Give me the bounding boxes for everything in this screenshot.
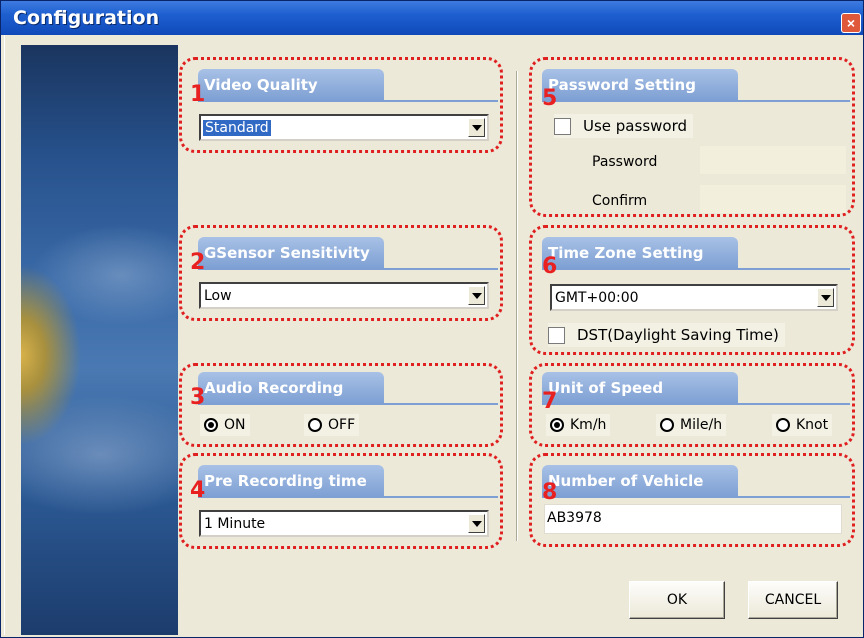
checkbox-icon — [548, 326, 565, 344]
pre-recording-title: Pre Recording time — [198, 465, 384, 497]
speed-kmh-radio[interactable]: Km/h — [546, 414, 611, 436]
section-number-5: 5 — [542, 86, 558, 111]
gsensor-group: GSensor Sensitivity 2 Low — [179, 225, 503, 321]
chevron-down-icon[interactable] — [468, 286, 485, 305]
speed-knot-label: Knot — [796, 417, 829, 433]
dst-label: DST(Daylight Saving Time) — [577, 326, 779, 344]
speed-mileh-label: Mile/h — [680, 417, 723, 433]
window-title: Configuration — [13, 7, 160, 29]
pre-recording-select[interactable]: 1 Minute — [199, 510, 489, 537]
ok-button[interactable]: OK — [629, 581, 725, 619]
pre-recording-tab-line — [198, 496, 498, 498]
chevron-down-icon[interactable] — [817, 288, 834, 307]
password-title: Password Setting — [542, 69, 738, 101]
radio-icon — [204, 418, 218, 432]
dialog-body: Video Quality 1 Standard GSensor Sensiti… — [4, 35, 860, 635]
video-quality-select[interactable]: Standard — [199, 114, 489, 141]
radio-icon — [660, 418, 674, 432]
use-password-label: Use password — [583, 117, 688, 135]
close-icon[interactable]: × — [841, 13, 861, 33]
radio-icon — [776, 418, 790, 432]
timezone-value: GMT+00:00 — [555, 290, 639, 306]
password-input[interactable] — [700, 146, 846, 174]
vehicle-group: Number of Vehicle 8 AB3978 — [529, 453, 855, 547]
audio-on-label: ON — [224, 417, 246, 433]
vehicle-title: Number of Vehicle — [542, 465, 738, 497]
gsensor-select[interactable]: Low — [199, 282, 489, 309]
section-number-6: 6 — [542, 254, 558, 279]
side-banner-image — [21, 45, 178, 635]
audio-off-radio[interactable]: OFF — [304, 414, 360, 436]
section-number-8: 8 — [542, 480, 558, 505]
password-tab-line — [542, 100, 850, 102]
section-number-2: 2 — [190, 250, 206, 275]
speed-unit-tab-line — [542, 403, 850, 405]
chevron-down-icon[interactable] — [468, 118, 485, 137]
timezone-title: Time Zone Setting — [542, 237, 738, 269]
section-number-3: 3 — [190, 385, 206, 410]
confirm-input[interactable] — [700, 185, 846, 213]
radio-icon — [308, 418, 322, 432]
password-label: Password — [592, 154, 658, 170]
gsensor-tab-line — [198, 268, 498, 270]
chevron-down-icon[interactable] — [468, 514, 485, 533]
video-quality-value: Standard — [203, 120, 271, 136]
audio-off-label: OFF — [328, 417, 356, 433]
speed-kmh-label: Km/h — [570, 417, 607, 433]
timezone-tab-line — [542, 268, 850, 270]
timezone-group: Time Zone Setting 6 GMT+00:00 DST(Daylig… — [529, 225, 855, 355]
video-quality-title: Video Quality — [198, 69, 384, 101]
audio-on-radio[interactable]: ON — [200, 414, 250, 436]
speed-mileh-radio[interactable]: Mile/h — [656, 414, 727, 436]
use-password-checkbox[interactable]: Use password — [554, 114, 694, 138]
confirm-label: Confirm — [592, 193, 648, 209]
speed-unit-group: Unit of Speed 7 Km/h Mile/h Knot — [529, 363, 855, 447]
section-number-7: 7 — [542, 389, 558, 414]
vehicle-tab-line — [542, 496, 850, 498]
gsensor-value: Low — [204, 288, 232, 304]
audio-recording-title: Audio Recording — [198, 372, 384, 404]
audio-recording-tab-line — [198, 403, 498, 405]
radio-icon — [550, 418, 564, 432]
section-number-4: 4 — [190, 478, 206, 503]
speed-knot-radio[interactable]: Knot — [772, 414, 833, 436]
title-bar[interactable]: Configuration × — [1, 1, 863, 35]
video-quality-group: Video Quality 1 Standard — [179, 57, 503, 153]
section-number-1: 1 — [190, 82, 206, 107]
speed-unit-title: Unit of Speed — [542, 372, 738, 404]
timezone-select[interactable]: GMT+00:00 — [550, 284, 838, 311]
gsensor-title: GSensor Sensitivity — [198, 237, 384, 269]
pre-recording-value: 1 Minute — [204, 516, 266, 532]
audio-recording-group: Audio Recording 3 ON OFF — [179, 363, 503, 447]
pre-recording-group: Pre Recording time 4 1 Minute — [179, 453, 503, 549]
vehicle-number-input[interactable]: AB3978 — [544, 504, 842, 534]
password-group: Password Setting 5 Use password Password… — [529, 57, 855, 217]
dst-checkbox[interactable]: DST(Daylight Saving Time) — [548, 323, 785, 347]
configuration-window: Configuration × Video Quality 1 Standard… — [0, 0, 864, 638]
column-divider — [516, 71, 518, 541]
checkbox-icon — [554, 117, 571, 135]
video-quality-tab-line — [198, 100, 498, 102]
cancel-button[interactable]: CANCEL — [748, 581, 838, 619]
